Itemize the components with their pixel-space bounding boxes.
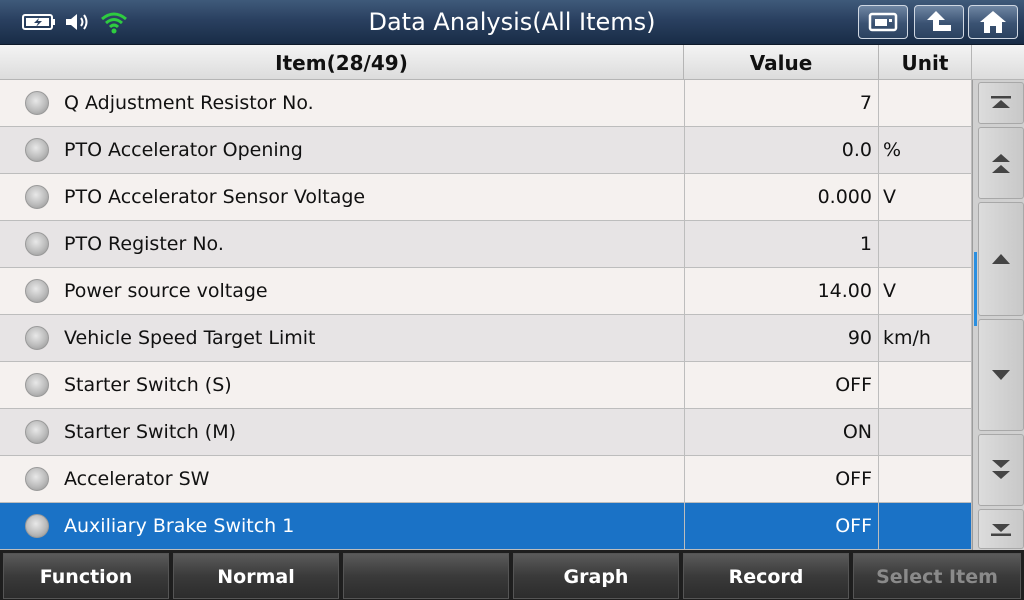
item-value: 14.00 (684, 268, 878, 314)
item-unit (878, 409, 972, 455)
row-indicator-icon (25, 91, 49, 115)
row-indicator-icon (25, 138, 49, 162)
item-name: PTO Accelerator Opening (64, 139, 303, 161)
item-value: OFF (684, 503, 878, 549)
column-header-item: Item(28/49) (0, 45, 684, 79)
scroll-bottom-button[interactable] (978, 509, 1024, 549)
print-icon (868, 12, 898, 32)
item-value: OFF (684, 456, 878, 502)
scroll-position-indicator (974, 252, 977, 326)
table-row[interactable]: PTO Accelerator Sensor Voltage 0.000 V (0, 174, 972, 221)
item-value: 90 (684, 315, 878, 361)
item-unit (878, 362, 972, 408)
home-icon (980, 11, 1006, 33)
row-indicator-icon (25, 514, 49, 538)
scroll-top-button[interactable] (978, 82, 1024, 124)
item-value: 0.0 (684, 127, 878, 173)
empty-button[interactable] (343, 553, 509, 599)
item-name: Accelerator SW (64, 468, 210, 490)
scroll-top-icon (991, 96, 1011, 108)
table-row[interactable]: Power source voltage 14.00 V (0, 268, 972, 315)
item-unit (878, 456, 972, 502)
row-indicator-icon (25, 232, 49, 256)
select-item-button[interactable]: Select Item (853, 553, 1021, 599)
table-row[interactable]: Vehicle Speed Target Limit 90 km/h (0, 315, 972, 362)
back-arrow-icon (927, 11, 951, 31)
item-unit: km/h (878, 315, 972, 361)
row-indicator-icon (25, 420, 49, 444)
line-down-icon (992, 370, 1010, 380)
item-unit (878, 503, 972, 549)
function-button[interactable]: Function (3, 553, 169, 599)
item-unit (878, 221, 972, 267)
table-row[interactable]: Starter Switch (S) OFF (0, 362, 972, 409)
row-indicator-icon (25, 185, 49, 209)
scrollbar[interactable] (972, 80, 1024, 550)
page-up-icon (992, 154, 1010, 173)
item-value: 1 (684, 221, 878, 267)
item-unit: V (878, 268, 972, 314)
row-indicator-icon (25, 326, 49, 350)
row-indicator-icon (25, 467, 49, 491)
column-header-unit: Unit (879, 45, 972, 79)
item-value: ON (684, 409, 878, 455)
page-down-icon (992, 460, 1010, 479)
table-row[interactable]: Starter Switch (M) ON (0, 409, 972, 456)
item-unit: % (878, 127, 972, 173)
item-name: Q Adjustment Resistor No. (64, 92, 314, 114)
item-name: Auxiliary Brake Switch 1 (64, 515, 295, 537)
item-value: 0.000 (684, 174, 878, 220)
item-unit: V (878, 174, 972, 220)
table-header: Item(28/49) Value Unit (0, 45, 1024, 80)
table-row[interactable]: Accelerator SW OFF (0, 456, 972, 503)
graph-button[interactable]: Graph (513, 553, 679, 599)
item-name: Vehicle Speed Target Limit (64, 327, 316, 349)
bottom-toolbar: Function Normal Graph Record Select Item (0, 550, 1024, 600)
row-indicator-icon (25, 279, 49, 303)
line-down-button[interactable] (978, 319, 1024, 431)
table-row-selected[interactable]: Auxiliary Brake Switch 1 OFF (0, 503, 972, 550)
page-down-button[interactable] (978, 434, 1024, 506)
table-row[interactable]: PTO Register No. 1 (0, 221, 972, 268)
line-up-button[interactable] (978, 202, 1024, 316)
table-row[interactable]: Q Adjustment Resistor No. 7 (0, 80, 972, 127)
item-value: OFF (684, 362, 878, 408)
item-name: Power source voltage (64, 280, 268, 302)
item-unit (878, 80, 972, 126)
item-value: 7 (684, 80, 878, 126)
item-name: PTO Accelerator Sensor Voltage (64, 186, 366, 208)
scroll-bottom-icon (991, 524, 1011, 536)
column-header-value: Value (684, 45, 879, 79)
item-name: Starter Switch (M) (64, 421, 237, 443)
table-row[interactable]: PTO Accelerator Opening 0.0% (0, 127, 972, 174)
line-up-icon (992, 254, 1010, 264)
data-list: Q Adjustment Resistor No. 7 PTO Accelerat… (0, 80, 972, 550)
home-button[interactable] (968, 5, 1018, 39)
print-button[interactable] (858, 5, 908, 39)
item-name: Starter Switch (S) (64, 374, 232, 396)
row-indicator-icon (25, 373, 49, 397)
title-bar: Data Analysis(All Items) (0, 0, 1024, 45)
record-button[interactable]: Record (683, 553, 849, 599)
item-name: PTO Register No. (64, 233, 224, 255)
normal-button[interactable]: Normal (173, 553, 339, 599)
page-up-button[interactable] (978, 127, 1024, 199)
back-button[interactable] (914, 5, 964, 39)
